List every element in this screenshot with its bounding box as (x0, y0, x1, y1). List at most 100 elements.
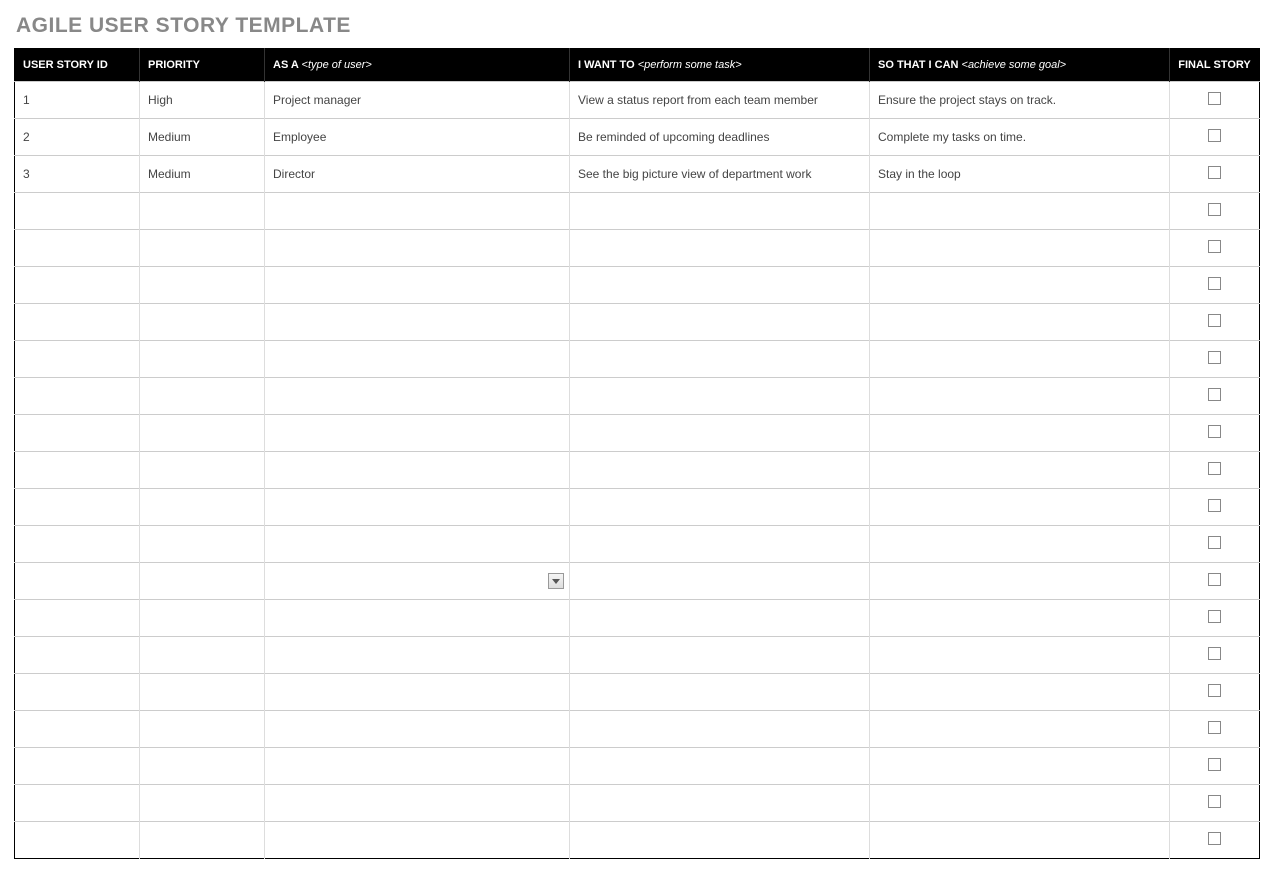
cell-asa[interactable] (265, 785, 570, 822)
cell-want[interactable] (570, 674, 870, 711)
final-story-checkbox[interactable] (1208, 536, 1221, 549)
cell-sothat[interactable] (870, 748, 1170, 785)
cell-priority[interactable]: Medium (140, 119, 265, 156)
final-story-checkbox[interactable] (1208, 684, 1221, 697)
cell-id[interactable] (15, 378, 140, 415)
cell-id[interactable] (15, 563, 140, 600)
cell-id[interactable] (15, 600, 140, 637)
cell-id[interactable] (15, 193, 140, 230)
cell-priority[interactable] (140, 785, 265, 822)
cell-asa[interactable] (265, 489, 570, 526)
cell-id[interactable] (15, 822, 140, 859)
cell-asa[interactable]: Project manager (265, 82, 570, 119)
cell-asa[interactable] (265, 600, 570, 637)
cell-want[interactable]: View a status report from each team memb… (570, 82, 870, 119)
cell-sothat[interactable]: Stay in the loop (870, 156, 1170, 193)
cell-sothat[interactable] (870, 822, 1170, 859)
cell-id[interactable] (15, 230, 140, 267)
cell-want[interactable] (570, 452, 870, 489)
cell-asa[interactable] (265, 637, 570, 674)
cell-id[interactable] (15, 452, 140, 489)
cell-sothat[interactable] (870, 489, 1170, 526)
cell-sothat[interactable] (870, 563, 1170, 600)
cell-asa[interactable] (265, 304, 570, 341)
final-story-checkbox[interactable] (1208, 388, 1221, 401)
cell-sothat[interactable] (870, 230, 1170, 267)
final-story-checkbox[interactable] (1208, 647, 1221, 660)
cell-asa[interactable] (265, 822, 570, 859)
cell-priority[interactable] (140, 452, 265, 489)
final-story-checkbox[interactable] (1208, 129, 1221, 142)
cell-sothat[interactable] (870, 193, 1170, 230)
cell-sothat[interactable] (870, 415, 1170, 452)
cell-want[interactable] (570, 230, 870, 267)
cell-want[interactable] (570, 304, 870, 341)
cell-id[interactable] (15, 785, 140, 822)
cell-want[interactable] (570, 341, 870, 378)
cell-id[interactable]: 2 (15, 119, 140, 156)
cell-sothat[interactable]: Ensure the project stays on track. (870, 82, 1170, 119)
cell-asa[interactable] (265, 341, 570, 378)
chevron-down-icon[interactable] (548, 573, 564, 589)
cell-priority[interactable] (140, 637, 265, 674)
cell-asa[interactable]: Director (265, 156, 570, 193)
final-story-checkbox[interactable] (1208, 721, 1221, 734)
final-story-checkbox[interactable] (1208, 573, 1221, 586)
cell-priority[interactable] (140, 748, 265, 785)
final-story-checkbox[interactable] (1208, 795, 1221, 808)
cell-priority[interactable] (140, 822, 265, 859)
cell-id[interactable] (15, 674, 140, 711)
cell-asa[interactable]: Employee (265, 119, 570, 156)
cell-priority[interactable] (140, 600, 265, 637)
cell-sothat[interactable] (870, 452, 1170, 489)
cell-asa[interactable] (265, 193, 570, 230)
cell-id[interactable] (15, 341, 140, 378)
cell-priority[interactable]: Medium (140, 156, 265, 193)
cell-priority[interactable] (140, 230, 265, 267)
cell-id[interactable] (15, 415, 140, 452)
cell-id[interactable] (15, 711, 140, 748)
cell-asa[interactable] (265, 415, 570, 452)
cell-priority[interactable]: High (140, 82, 265, 119)
cell-priority[interactable] (140, 378, 265, 415)
cell-want[interactable] (570, 489, 870, 526)
cell-want[interactable] (570, 785, 870, 822)
cell-priority[interactable] (140, 526, 265, 563)
cell-id[interactable] (15, 748, 140, 785)
cell-sothat[interactable] (870, 637, 1170, 674)
cell-id[interactable] (15, 637, 140, 674)
cell-asa[interactable] (265, 267, 570, 304)
cell-want[interactable] (570, 748, 870, 785)
cell-asa[interactable] (265, 674, 570, 711)
final-story-checkbox[interactable] (1208, 314, 1221, 327)
final-story-checkbox[interactable] (1208, 425, 1221, 438)
final-story-checkbox[interactable] (1208, 351, 1221, 364)
final-story-checkbox[interactable] (1208, 462, 1221, 475)
cell-priority[interactable] (140, 341, 265, 378)
cell-want[interactable]: See the big picture view of department w… (570, 156, 870, 193)
cell-want[interactable] (570, 600, 870, 637)
cell-sothat[interactable]: Complete my tasks on time. (870, 119, 1170, 156)
cell-id[interactable] (15, 304, 140, 341)
cell-id[interactable] (15, 526, 140, 563)
cell-sothat[interactable] (870, 304, 1170, 341)
cell-want[interactable] (570, 378, 870, 415)
cell-priority[interactable] (140, 489, 265, 526)
cell-want[interactable] (570, 193, 870, 230)
cell-want[interactable] (570, 822, 870, 859)
cell-sothat[interactable] (870, 674, 1170, 711)
final-story-checkbox[interactable] (1208, 832, 1221, 845)
cell-want[interactable] (570, 637, 870, 674)
cell-asa[interactable] (265, 378, 570, 415)
cell-sothat[interactable] (870, 711, 1170, 748)
cell-id[interactable] (15, 489, 140, 526)
cell-sothat[interactable] (870, 600, 1170, 637)
cell-priority[interactable] (140, 563, 265, 600)
final-story-checkbox[interactable] (1208, 610, 1221, 623)
final-story-checkbox[interactable] (1208, 203, 1221, 216)
cell-sothat[interactable] (870, 785, 1170, 822)
cell-id[interactable]: 1 (15, 82, 140, 119)
cell-asa[interactable] (265, 711, 570, 748)
cell-asa[interactable] (265, 748, 570, 785)
cell-id[interactable] (15, 267, 140, 304)
